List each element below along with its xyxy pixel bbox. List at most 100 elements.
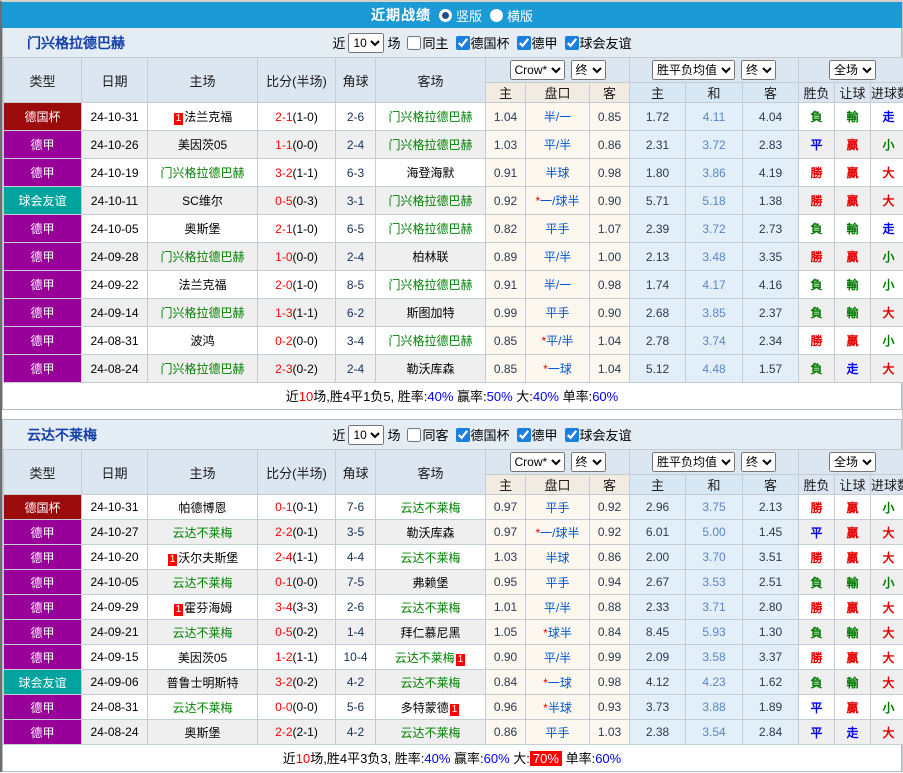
europe-odds-select[interactable]: 胜平负均值 bbox=[652, 60, 736, 80]
match-date: 24-10-11 bbox=[81, 186, 148, 215]
away-team: 勒沃库森 bbox=[375, 519, 486, 545]
euro-home-odds: 6.01 bbox=[629, 519, 687, 545]
result-outcome: 平 bbox=[798, 719, 836, 745]
euro-away-odds: 2.84 bbox=[742, 719, 800, 745]
final-asian-select[interactable]: 终 bbox=[570, 452, 606, 472]
rank-badge: 1 bbox=[173, 603, 184, 616]
competition-checkbox-german-cup[interactable]: 德国杯 bbox=[452, 425, 510, 444]
handicap-text: 平/半 bbox=[543, 600, 572, 615]
result-outcome: 勝 bbox=[798, 326, 836, 355]
col-home: 主场 bbox=[147, 57, 258, 103]
away-team: 门兴格拉德巴赫 bbox=[375, 270, 486, 299]
match-type: 德甲 bbox=[3, 242, 82, 271]
score: 2-2(2-1) bbox=[257, 719, 336, 745]
result-handicap: 贏 bbox=[834, 130, 872, 159]
filter-bar: 近 10 场 同客 德国杯 德甲 球会友谊 bbox=[332, 424, 632, 445]
match-type: 德甲 bbox=[3, 298, 82, 327]
halftime-score: (1-0) bbox=[292, 221, 318, 236]
fulltime-score: 0-0 bbox=[275, 700, 293, 714]
result-handicap: 贏 bbox=[834, 494, 872, 520]
result-goals: 大 bbox=[870, 719, 903, 745]
results-table: 类型 日期 主场 比分(半场) 角球 客场 Crow*终 胜平负均值终 全场 bbox=[3, 57, 903, 383]
competition-checkbox-bundesliga[interactable]: 德甲 bbox=[513, 33, 558, 52]
competition-checkbox-german-cup[interactable]: 德国杯 bbox=[452, 33, 510, 52]
score: 2-1(1-0) bbox=[257, 214, 336, 243]
away-team: 弗赖堡 bbox=[375, 569, 486, 595]
euro-away-odds: 1.38 bbox=[742, 186, 800, 215]
radio-unselected-icon[interactable] bbox=[490, 8, 503, 22]
fulltime-score: 3-2 bbox=[275, 675, 293, 689]
handicap-text: 平/半 bbox=[543, 250, 572, 264]
fulltime-score: 0-2 bbox=[275, 333, 293, 348]
layout-radio-horizontal[interactable]: 横版 bbox=[490, 6, 533, 25]
summary-part: 70% bbox=[529, 751, 562, 766]
euro-draw-odds: 3.72 bbox=[685, 130, 744, 159]
home-team: 帕德博恩 bbox=[147, 494, 258, 520]
col-result: 胜负 bbox=[798, 82, 836, 103]
result-handicap: 贏 bbox=[834, 519, 872, 545]
team-section-werder-bremen: 云达不莱梅 近 10 场 同客 德国杯 德甲 球会友谊 类型 日期 主场 比分(… bbox=[2, 419, 903, 772]
col-score: 比分(半场) bbox=[257, 449, 336, 495]
asian-away-odds: 0.92 bbox=[588, 494, 631, 520]
summary-part: 近 bbox=[285, 389, 299, 404]
home-team: 门兴格拉德巴赫 bbox=[147, 242, 258, 271]
result-outcome: 平 bbox=[798, 694, 836, 720]
match-date: 24-09-28 bbox=[81, 242, 148, 271]
layout-radio-vertical[interactable]: 竖版 bbox=[438, 6, 482, 25]
match-type: 球会友谊 bbox=[3, 186, 82, 215]
corner-count: 3-1 bbox=[346, 193, 365, 208]
final-europe-select[interactable]: 终 bbox=[741, 60, 777, 80]
col-date: 日期 bbox=[81, 57, 148, 103]
result-goals: 大 bbox=[870, 298, 903, 327]
euro-draw-odds: 3.53 bbox=[685, 569, 744, 595]
score: 2-1(1-0) bbox=[257, 102, 336, 131]
competition-checkbox-friendly[interactable]: 球会友谊 bbox=[561, 33, 632, 52]
games-label: 场 bbox=[387, 428, 401, 443]
final-europe-select[interactable]: 终 bbox=[741, 452, 777, 472]
odds-company-select[interactable]: Crow* bbox=[509, 60, 565, 80]
score: 0-5(0-2) bbox=[257, 619, 336, 645]
result-handicap: 輸 bbox=[834, 298, 872, 327]
fulltime-score: 2-1 bbox=[275, 109, 293, 124]
europe-odds-select[interactable]: 胜平负均值 bbox=[652, 452, 736, 472]
period-select[interactable]: 全场 bbox=[829, 452, 877, 472]
match-row: 德甲 24-08-31 云达不莱梅 0-0(0-0) 5-6 多特蒙德 1 0.96 *半球 0.… bbox=[3, 694, 903, 720]
period-select[interactable]: 全场 bbox=[829, 60, 877, 80]
radio-selected-icon[interactable] bbox=[438, 8, 452, 22]
home-team: 1 法兰克福 bbox=[147, 102, 258, 131]
match-count-select[interactable]: 10 bbox=[348, 32, 385, 53]
competition-checkbox-friendly[interactable]: 球会友谊 bbox=[561, 425, 632, 444]
asian-handicap-line: 半球 bbox=[525, 158, 590, 187]
home-team: 美因茨05 bbox=[147, 130, 258, 159]
corners: 5-6 bbox=[335, 694, 376, 720]
euro-home-odds: 2.00 bbox=[629, 544, 687, 570]
result-outcome: 負 bbox=[798, 102, 836, 131]
asian-away-odds: 1.00 bbox=[588, 242, 631, 271]
col-away: 客场 bbox=[375, 449, 486, 495]
home-team: 1 沃尔夫斯堡 bbox=[147, 544, 258, 570]
handicap-text: 半/一 bbox=[543, 278, 572, 292]
corners: 6-2 bbox=[335, 298, 376, 327]
team-label: 法兰克福 bbox=[178, 278, 227, 292]
euro-away-odds: 2.80 bbox=[742, 594, 800, 620]
asian-handicap-line: 平手 bbox=[525, 569, 590, 595]
match-count-select[interactable]: 10 bbox=[348, 424, 385, 445]
odds-company-select[interactable]: Crow* bbox=[509, 452, 565, 472]
page-title: 近期战绩 bbox=[370, 7, 431, 23]
final-asian-select[interactable]: 终 bbox=[570, 60, 606, 80]
corner-count: 2-4 bbox=[346, 137, 365, 152]
fulltime-score: 2-1 bbox=[275, 221, 293, 236]
team-label: 拜仁慕尼黑 bbox=[400, 625, 461, 640]
rank-badge: 1 bbox=[455, 653, 466, 666]
col-date: 日期 bbox=[81, 449, 148, 495]
handicap-text: 半球 bbox=[545, 550, 570, 565]
competition-checkbox-bundesliga[interactable]: 德甲 bbox=[513, 425, 558, 444]
result-goals: 大 bbox=[870, 644, 903, 670]
home-team: 门兴格拉德巴赫 bbox=[147, 354, 258, 383]
same-venue-checkbox[interactable]: 同主 bbox=[403, 33, 449, 52]
corner-count: 6-2 bbox=[346, 305, 365, 320]
match-type: 德甲 bbox=[3, 569, 82, 595]
home-team: 门兴格拉德巴赫 bbox=[147, 298, 258, 327]
score: 0-2(0-0) bbox=[257, 326, 336, 355]
same-venue-checkbox[interactable]: 同客 bbox=[403, 425, 449, 444]
